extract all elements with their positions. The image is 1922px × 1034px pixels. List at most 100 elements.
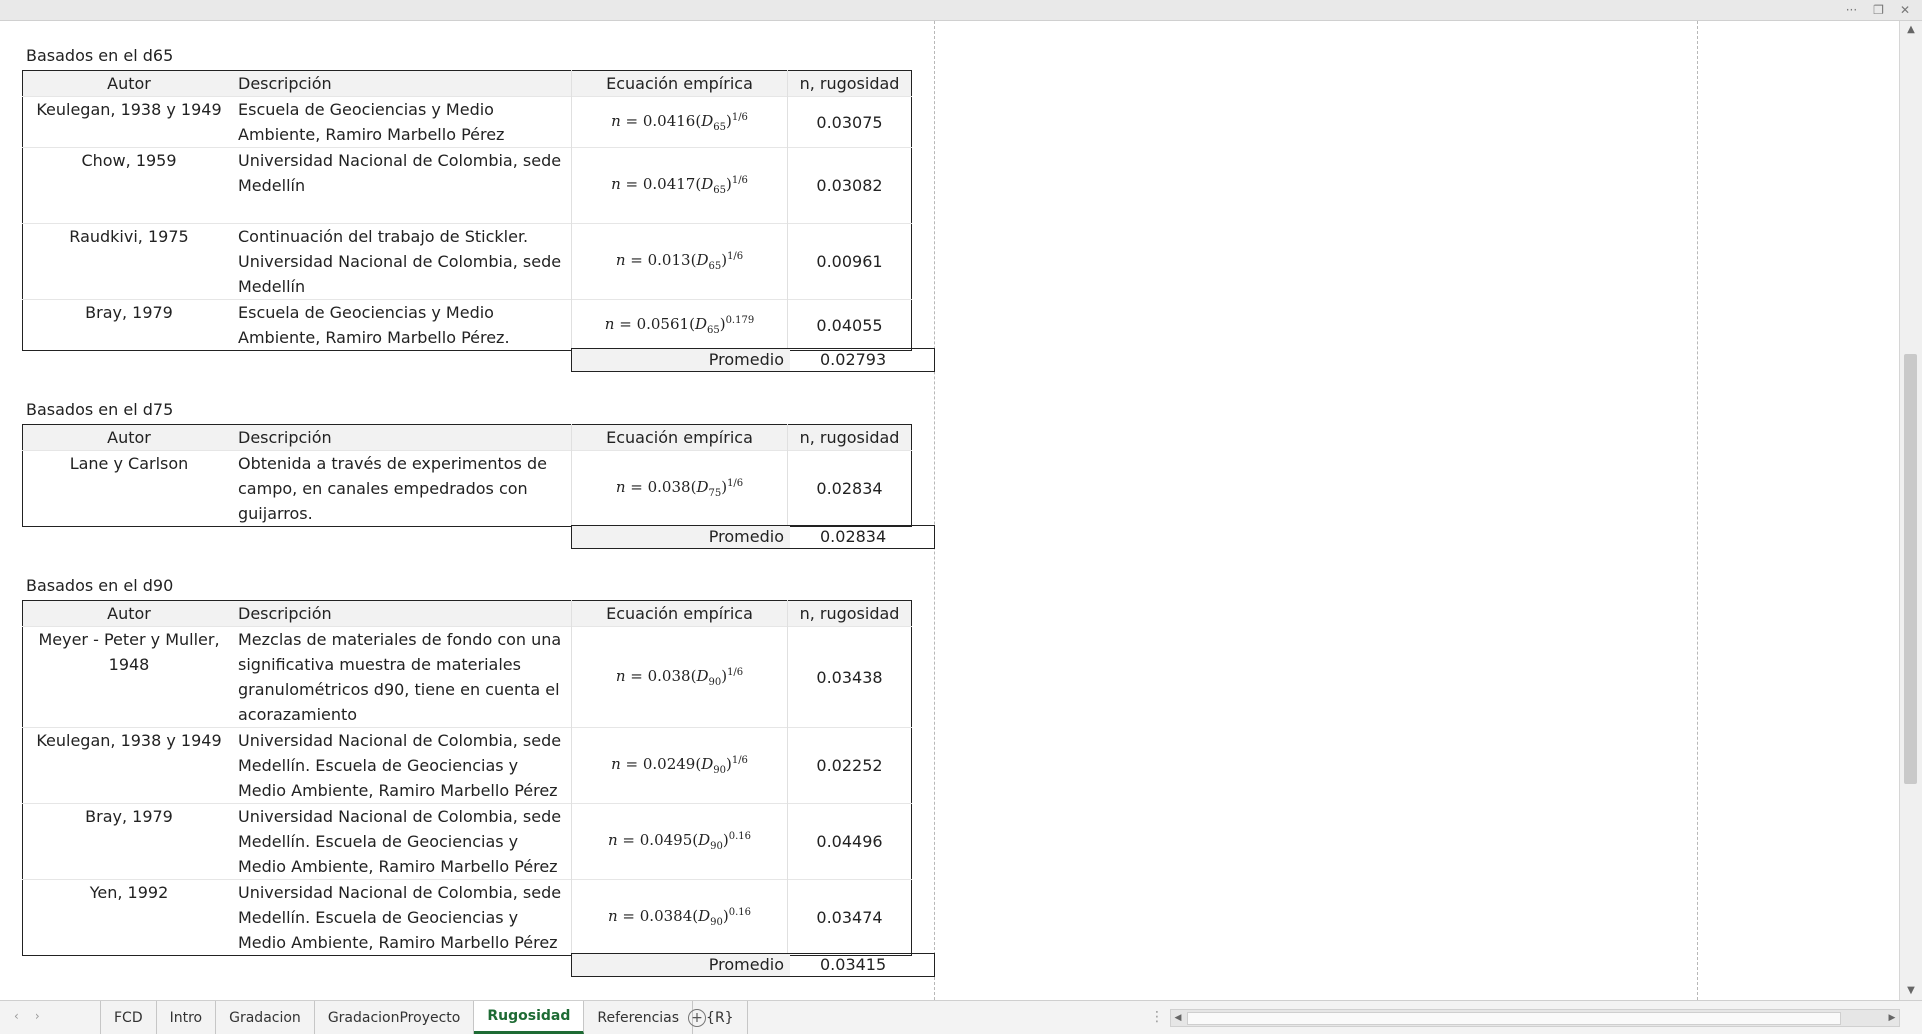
vertical-scroll-thumb[interactable]	[1904, 354, 1917, 784]
eq-exponent: 1/6	[727, 251, 744, 262]
header-equation: Ecuación empírica	[571, 70, 788, 97]
cell-equation[interactable]: n = 0.013(D65)1/6	[571, 223, 788, 300]
table-row[interactable]: Raudkivi, 1975 Continuación del trabajo …	[22, 223, 912, 300]
cell-description[interactable]: Continuación del trabajo de Stickler. Un…	[235, 223, 572, 300]
tab-prev-icon[interactable]: ‹	[14, 1009, 19, 1023]
scroll-up-icon[interactable]: ▲	[1900, 21, 1922, 39]
cell-roughness[interactable]: 0.02252	[787, 727, 912, 804]
eq-coefficient: 0.0417	[642, 175, 696, 193]
table-row[interactable]: Chow, 1959 Universidad Nacional de Colom…	[22, 147, 912, 224]
cell-author[interactable]: Bray, 1979	[22, 803, 235, 880]
average-value[interactable]: 0.02834	[790, 526, 935, 549]
tab-gradacion[interactable]: Gradacion	[216, 1001, 315, 1034]
eq-coefficient: 0.0416	[642, 111, 696, 130]
more-dots-icon[interactable]: ···	[1846, 3, 1857, 17]
vertical-scrollbar[interactable]: ▲ ▼	[1899, 21, 1922, 1000]
eq-diameter: 65	[708, 261, 722, 272]
worksheet-grid[interactable]: Basados en el d65 Autor Descripción Ecua…	[0, 21, 1898, 1000]
header-equation: Ecuación empírica	[571, 424, 788, 451]
cell-description[interactable]: Universidad Nacional de Colombia, sede M…	[235, 147, 572, 224]
cell-description[interactable]: Universidad Nacional de Colombia, sede M…	[235, 803, 572, 880]
scroll-left-icon[interactable]: ◀	[1171, 1010, 1185, 1026]
cell-author[interactable]: Keulegan, 1938 y 1949	[22, 727, 235, 804]
cell-equation[interactable]: n = 0.0384(D90)0.16	[571, 879, 788, 956]
tab-gradacionproyecto[interactable]: GradacionProyecto	[315, 1001, 475, 1034]
average-label: Promedio	[571, 953, 790, 977]
scroll-right-icon[interactable]: ▶	[1885, 1010, 1899, 1026]
add-sheet-icon[interactable]: +	[688, 1009, 706, 1027]
eq-coefficient: 0.0249	[642, 755, 696, 773]
table-header: Autor Descripción Ecuación empírica n, r…	[22, 70, 912, 97]
header-author: Autor	[22, 70, 235, 97]
section-title-d75: Basados en el d75	[26, 400, 174, 419]
average-label: Promedio	[571, 348, 790, 372]
tab-intro[interactable]: Intro	[157, 1001, 217, 1034]
cell-author[interactable]: Raudkivi, 1975	[22, 223, 235, 300]
header-roughness: n, rugosidad	[787, 600, 912, 627]
cell-roughness[interactable]: 0.03438	[787, 626, 912, 728]
cell-roughness[interactable]: 0.04496	[787, 803, 912, 880]
table-row[interactable]: Keulegan, 1938 y 1949 Universidad Nacion…	[22, 727, 912, 804]
eq-exponent: 1/6	[727, 478, 744, 489]
cell-roughness[interactable]: 0.03075	[787, 96, 912, 148]
average-value[interactable]: 0.03415	[790, 954, 935, 977]
cell-equation[interactable]: n = 0.038(D90)1/6	[571, 626, 788, 728]
cell-roughness[interactable]: 0.02834	[787, 450, 912, 527]
cell-author[interactable]: Chow, 1959	[22, 147, 235, 224]
window-controls: ··· ❐ ✕	[1846, 0, 1910, 20]
table-row[interactable]: Yen, 1992 Universidad Nacional de Colomb…	[22, 879, 912, 956]
cell-description[interactable]: Universidad Nacional de Colombia, sede M…	[235, 879, 572, 956]
tab-fcd[interactable]: FCD	[100, 1001, 157, 1034]
cell-equation[interactable]: n = 0.0561(D65)0.179	[571, 299, 788, 351]
cell-description[interactable]: Obtenida a través de experimentos de cam…	[235, 450, 572, 527]
cell-description[interactable]: Universidad Nacional de Colombia, sede M…	[235, 727, 572, 804]
cell-description[interactable]: Escuela de Geociencias y Medio Ambiente,…	[235, 299, 572, 351]
cell-author[interactable]: Keulegan, 1938 y 1949	[22, 96, 235, 148]
window-top-strip: ··· ❐ ✕	[0, 0, 1922, 21]
average-value[interactable]: 0.02793	[790, 349, 935, 372]
cell-description[interactable]: Escuela de Geociencias y Medio Ambiente,…	[235, 96, 572, 148]
table-row[interactable]: Bray, 1979 Universidad Nacional de Colom…	[22, 803, 912, 880]
eq-diameter: 90	[708, 676, 722, 688]
close-icon[interactable]: ✕	[1900, 3, 1910, 17]
page-break-line	[1697, 21, 1698, 1000]
header-description: Descripción	[235, 600, 572, 627]
tab-referencias[interactable]: Referencias	[584, 1001, 694, 1034]
cell-author[interactable]: Yen, 1992	[22, 879, 235, 956]
cell-description[interactable]: Mezclas de materiales de fondo con una s…	[235, 626, 572, 728]
cell-roughness[interactable]: 0.00961	[787, 223, 912, 300]
table-row[interactable]: Meyer - Peter y Muller, 1948 Mezclas de …	[22, 626, 912, 728]
header-description: Descripción	[235, 424, 572, 451]
tab-navigation: ‹ ›	[14, 1009, 40, 1023]
eq-exponent: 0.16	[728, 831, 752, 842]
table-d90: Autor Descripción Ecuación empírica n, r…	[22, 600, 912, 956]
cell-author[interactable]: Meyer - Peter y Muller, 1948	[22, 626, 235, 728]
section-title-d65: Basados en el d65	[26, 46, 174, 65]
header-roughness: n, rugosidad	[787, 424, 912, 451]
sheet-tabs: FCD Intro Gradacion GradacionProyecto Ru…	[100, 1001, 748, 1034]
cell-equation[interactable]: n = 0.038(D75)1/6	[571, 450, 788, 527]
tab-rugosidad[interactable]: Rugosidad	[474, 1001, 585, 1034]
eq-diameter: 65	[713, 121, 726, 133]
cell-roughness[interactable]: 0.03474	[787, 879, 912, 956]
tab-next-icon[interactable]: ›	[35, 1009, 40, 1023]
cell-roughness[interactable]: 0.04055	[787, 299, 912, 351]
table-d65: Autor Descripción Ecuación empírica n, r…	[22, 70, 912, 351]
header-roughness: n, rugosidad	[787, 70, 912, 97]
horizontal-scroll-thumb[interactable]	[1187, 1012, 1841, 1025]
table-row[interactable]: Keulegan, 1938 y 1949 Escuela de Geocien…	[22, 96, 912, 148]
table-row[interactable]: Bray, 1979 Escuela de Geociencias y Medi…	[22, 299, 912, 351]
scroll-down-icon[interactable]: ▼	[1900, 982, 1922, 1000]
table-header: Autor Descripción Ecuación empírica n, r…	[22, 600, 912, 627]
cell-equation[interactable]: n = 0.0416(D65)1/6	[571, 96, 788, 148]
cell-roughness[interactable]: 0.03082	[787, 147, 912, 224]
cell-author[interactable]: Lane y Carlson	[22, 450, 235, 527]
cell-author[interactable]: Bray, 1979	[22, 299, 235, 351]
cell-equation[interactable]: n = 0.0417(D65)1/6	[571, 147, 788, 224]
cell-equation[interactable]: n = 0.0495(D90)0.16	[571, 803, 788, 880]
cell-equation[interactable]: n = 0.0249(D90)1/6	[571, 727, 788, 804]
restore-icon[interactable]: ❐	[1873, 3, 1884, 17]
horizontal-scrollbar[interactable]: ◀ ▶	[1170, 1009, 1900, 1027]
split-handle-icon[interactable]: ⋮	[1150, 1009, 1164, 1025]
table-row[interactable]: Lane y Carlson Obtenida a través de expe…	[22, 450, 912, 527]
